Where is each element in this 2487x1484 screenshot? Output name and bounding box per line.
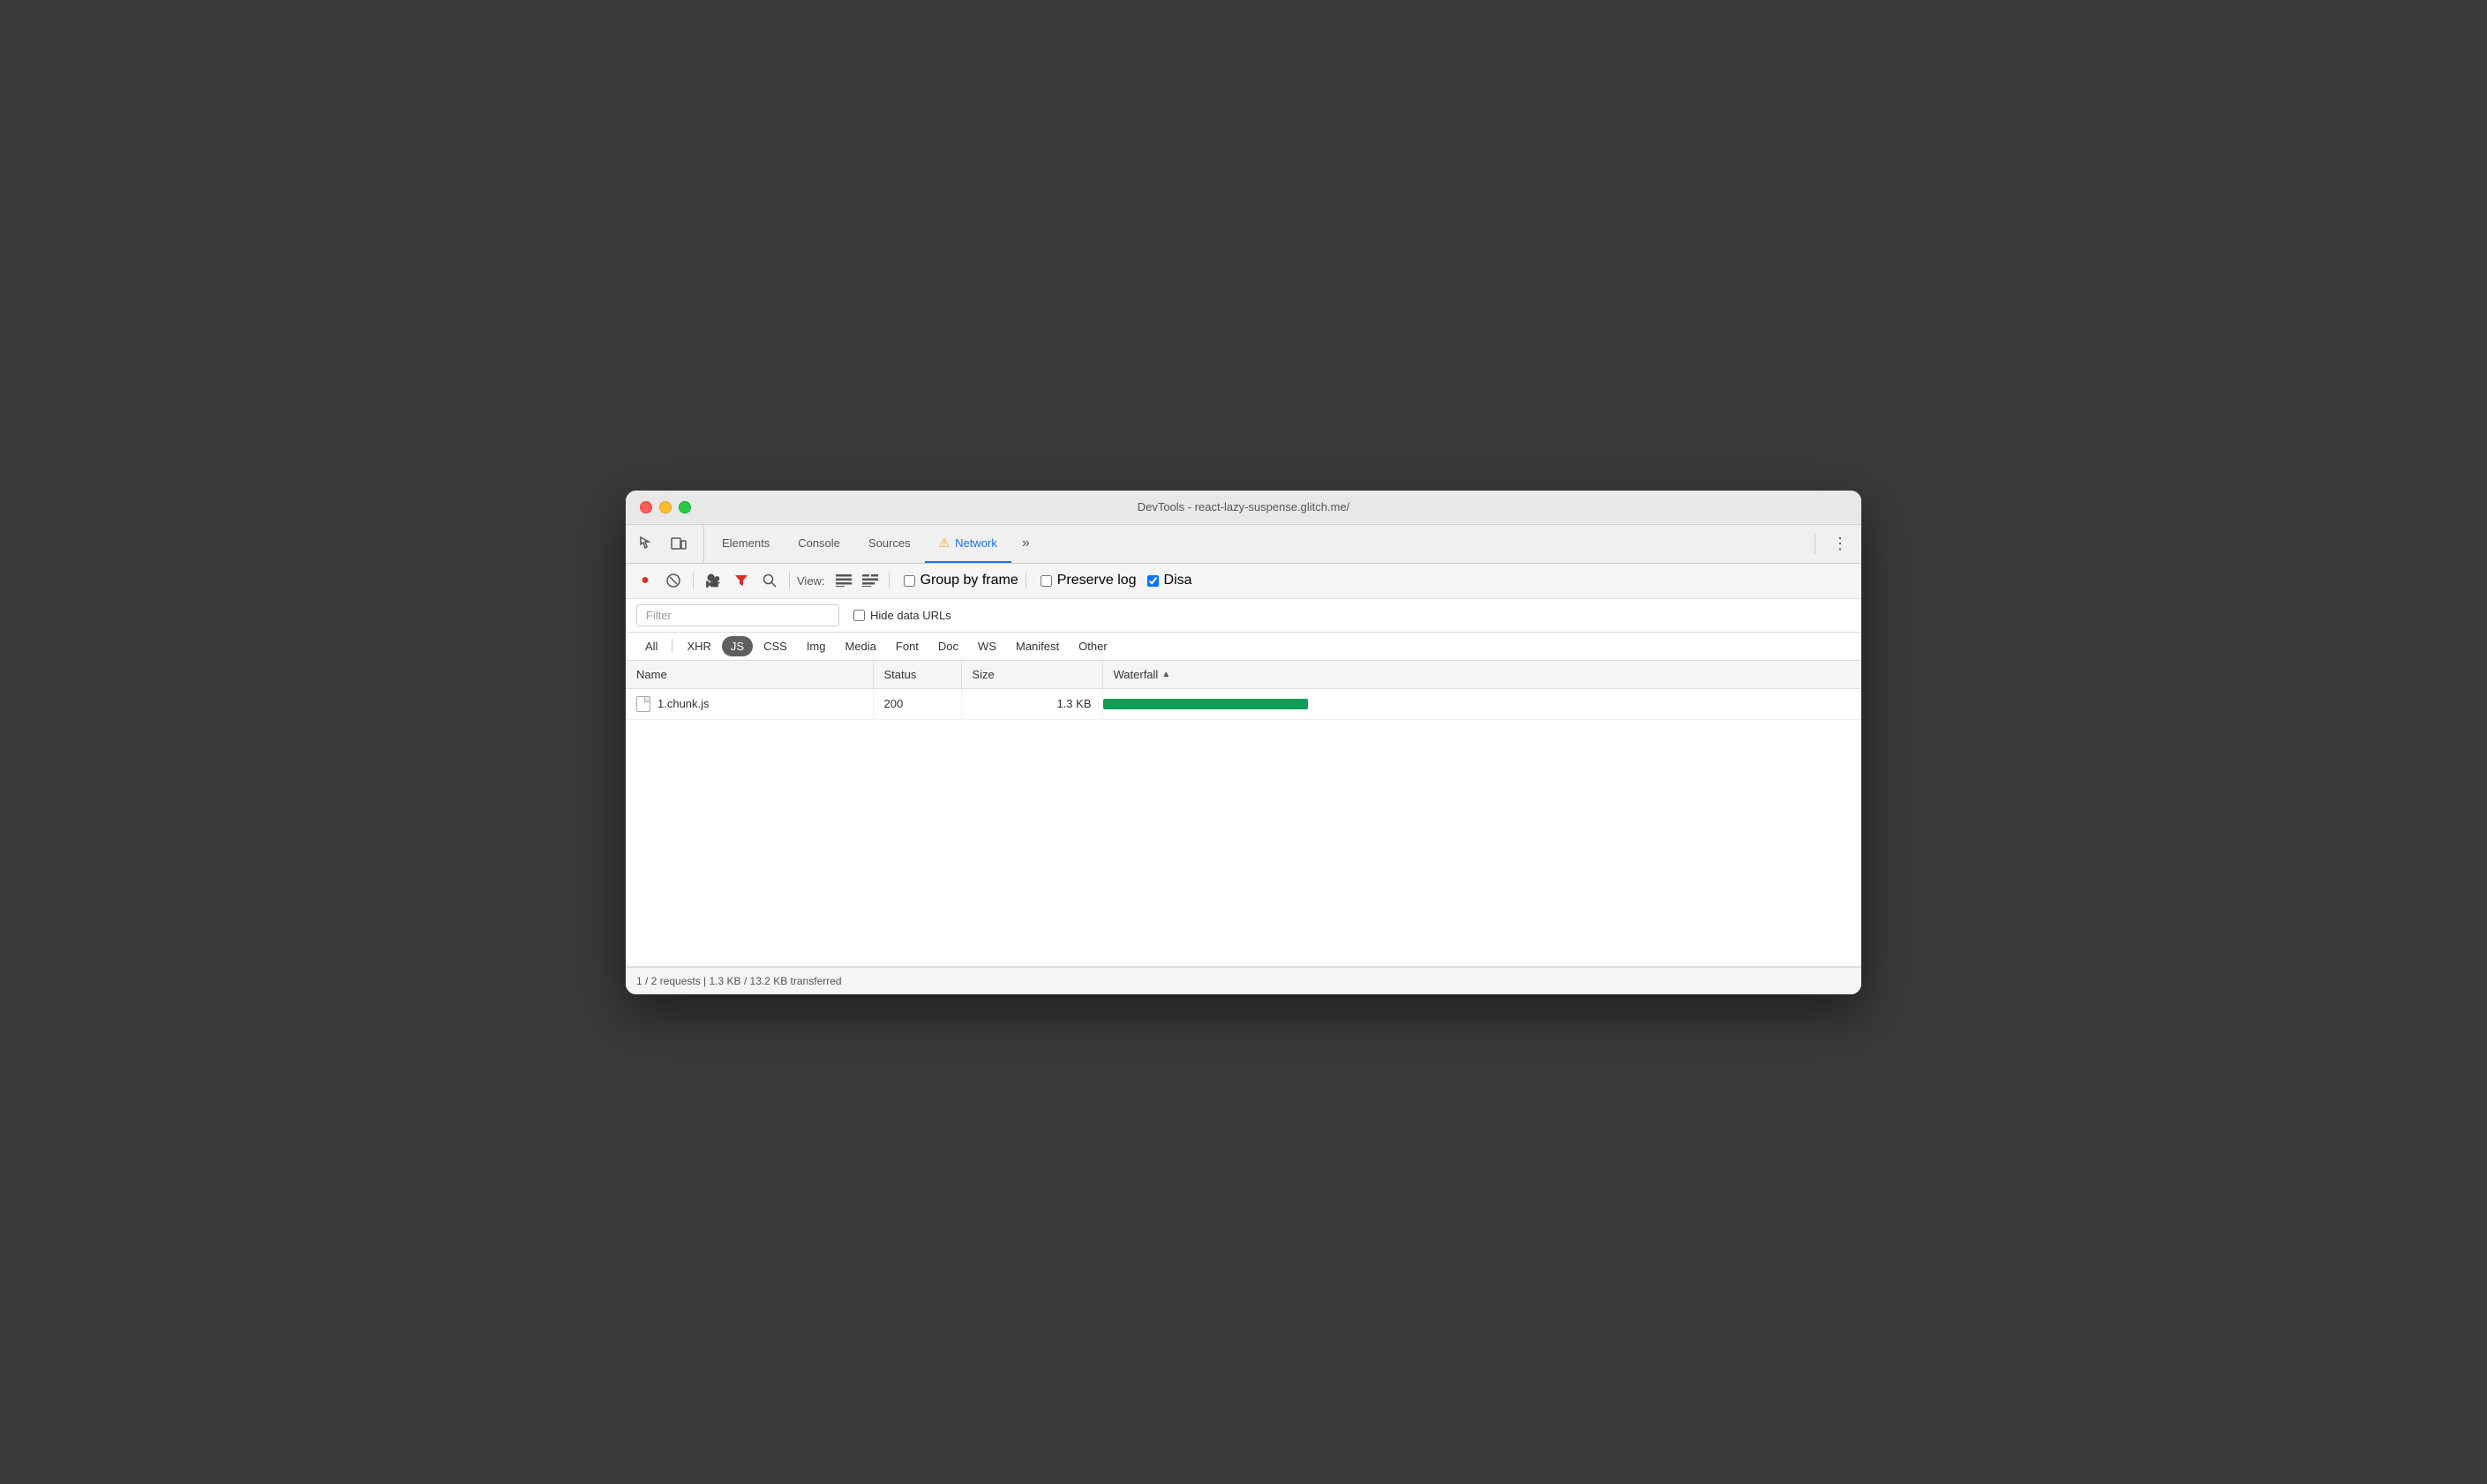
toolbar-sep-2 — [789, 572, 790, 589]
toolbar-sep-1 — [693, 572, 694, 589]
col-header-size[interactable]: Size — [961, 661, 1102, 689]
tab-sources[interactable]: Sources — [854, 525, 925, 563]
hide-data-urls-label[interactable]: Hide data URLs — [853, 609, 951, 622]
group-by-frame-checkbox[interactable] — [904, 575, 915, 587]
tab-more-button[interactable]: » — [1011, 525, 1041, 563]
filter-manifest[interactable]: Manifest — [1007, 636, 1068, 656]
col-header-waterfall[interactable]: Waterfall ▲ — [1102, 661, 1861, 689]
tab-elements[interactable]: Elements — [708, 525, 784, 563]
filter-css[interactable]: CSS — [755, 636, 796, 656]
status-cell: 200 — [873, 688, 961, 719]
close-button[interactable] — [640, 501, 652, 513]
title-bar: DevTools - react-lazy-suspense.glitch.me… — [626, 491, 1861, 525]
waterfall-cell — [1102, 688, 1861, 719]
filter-img[interactable]: Img — [798, 636, 835, 656]
devtools-window: DevTools - react-lazy-suspense.glitch.me… — [626, 491, 1861, 994]
disable-cache-checkbox[interactable] — [1147, 575, 1159, 587]
filter-input[interactable] — [636, 604, 839, 626]
preserve-log-checkbox[interactable] — [1041, 575, 1052, 587]
device-toolbar-button[interactable] — [665, 529, 693, 558]
file-icon — [636, 696, 650, 712]
network-toolbar: ● 🎥 — [626, 564, 1861, 599]
filter-font[interactable]: Font — [887, 636, 928, 656]
filter-media[interactable]: Media — [836, 636, 884, 656]
filter-bar: Hide data URLs — [626, 599, 1861, 633]
table-row[interactable]: 1.chunk.js 200 1.3 KB — [626, 688, 1861, 719]
clear-button[interactable] — [661, 568, 686, 593]
col-header-status[interactable]: Status — [873, 661, 961, 689]
main-tabs: Elements Console Sources ⚠ Network » — [708, 525, 1811, 563]
devtools-menu-button[interactable]: ⋮ — [1826, 529, 1854, 558]
minimize-button[interactable] — [659, 501, 672, 513]
group-by-frame-label[interactable]: Group by frame — [904, 573, 1018, 588]
traffic-lights — [640, 501, 691, 513]
type-filter-bar: All XHR JS CSS Img Media Font Doc WS Man… — [626, 633, 1861, 661]
inspect-element-button[interactable] — [633, 529, 661, 558]
network-table: Name Status Size Waterfall ▲ — [626, 661, 1861, 720]
tab-bar-right: ⋮ — [1811, 529, 1854, 558]
hide-data-urls-checkbox[interactable] — [853, 610, 865, 621]
maximize-button[interactable] — [679, 501, 691, 513]
filter-button[interactable] — [729, 568, 754, 593]
disable-cache-label[interactable]: Disa — [1147, 573, 1192, 588]
tab-network[interactable]: ⚠ Network — [925, 525, 1011, 563]
table-empty-area — [626, 720, 1861, 967]
filter-other[interactable]: Other — [1070, 636, 1116, 656]
network-warning-icon: ⚠ — [939, 536, 950, 551]
filter-doc[interactable]: Doc — [929, 636, 967, 656]
tab-bar: Elements Console Sources ⚠ Network » — [626, 525, 1861, 564]
group-view-button[interactable] — [859, 569, 882, 592]
filter-ws[interactable]: WS — [969, 636, 1005, 656]
col-header-name[interactable]: Name — [626, 661, 873, 689]
filter-xhr[interactable]: XHR — [678, 636, 719, 656]
devtools-panel: Elements Console Sources ⚠ Network » — [626, 525, 1861, 994]
sort-arrow-icon: ▲ — [1161, 670, 1170, 679]
view-label: View: — [797, 574, 825, 588]
table-body: 1.chunk.js 200 1.3 KB — [626, 688, 1861, 719]
filter-js[interactable]: JS — [722, 636, 753, 656]
tab-console[interactable]: Console — [784, 525, 854, 563]
screenshot-button[interactable]: 🎥 — [701, 568, 725, 593]
preserve-log-label[interactable]: Preserve log — [1041, 573, 1137, 588]
status-bar: 1 / 2 requests | 1.3 KB / 13.2 KB transf… — [626, 967, 1861, 994]
table-header: Name Status Size Waterfall ▲ — [626, 661, 1861, 689]
window-title: DevTools - react-lazy-suspense.glitch.me… — [1138, 500, 1350, 513]
tab-bar-icons — [633, 525, 704, 563]
search-button[interactable] — [757, 568, 782, 593]
toolbar-sep-3 — [889, 572, 890, 589]
waterfall-bar — [1103, 699, 1308, 709]
record-button[interactable]: ● — [633, 568, 657, 593]
list-view-button[interactable] — [832, 569, 855, 592]
filter-all[interactable]: All — [636, 636, 666, 656]
size-cell: 1.3 KB — [961, 688, 1102, 719]
file-name-cell: 1.chunk.js — [626, 688, 873, 719]
